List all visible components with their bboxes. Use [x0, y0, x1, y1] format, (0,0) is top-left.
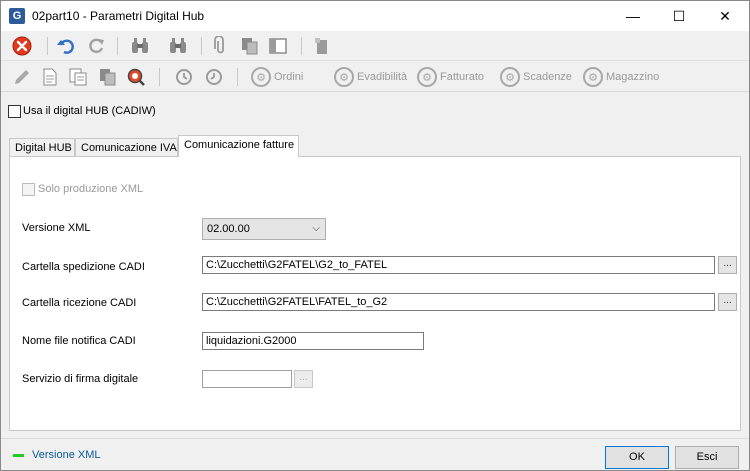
refresh-icon[interactable] [85, 35, 107, 57]
undo-icon[interactable] [55, 35, 77, 57]
history-back-icon[interactable] [203, 66, 225, 88]
cartella-ricezione-browse-button[interactable]: ... [718, 293, 737, 311]
cartella-spedizione-field[interactable]: C:\Zucchetti\G2FATEL\G2_to_FATEL [202, 256, 715, 274]
toolbar-secondary: ⚙ Ordini ⚙ Evadibilità ⚙ Fatturato ⚙ Sca… [1, 62, 749, 92]
scadenze-icon: ⚙ [500, 67, 520, 87]
fatturato-button[interactable]: ⚙ Fatturato [417, 66, 484, 88]
versione-xml-select[interactable]: 02.00.00 ⌵ [202, 218, 326, 240]
binoculars-next-icon[interactable] [167, 35, 189, 57]
status-bar: Versione XML OK Esci [1, 438, 749, 470]
cartella-ricezione-label: Cartella ricezione CADI [22, 297, 137, 309]
evadibilita-button[interactable]: ⚙ Evadibilità [334, 66, 407, 88]
magnifier-icon[interactable] [125, 66, 147, 88]
maximize-button[interactable]: ☐ [656, 1, 702, 31]
dialog-window: G 02part10 - Parametri Digital Hub — ☐ ✕ [0, 0, 750, 471]
window-title: 02part10 - Parametri Digital Hub [32, 9, 205, 23]
ordini-button[interactable]: ⚙ Ordini [251, 66, 303, 88]
status-text: Versione XML [32, 449, 101, 461]
nome-file-notifica-label: Nome file notifica CADI [22, 335, 136, 347]
solo-xml-checkbox[interactable] [22, 183, 35, 196]
servizio-firma-browse-button[interactable]: ... [294, 370, 313, 388]
tab-digital-hub[interactable]: Digital HUB [9, 138, 75, 157]
esci-button[interactable]: Esci [675, 446, 739, 469]
binoculars-icon[interactable] [129, 35, 151, 57]
magazzino-button[interactable]: ⚙ Magazzino [583, 66, 659, 88]
ordini-icon: ⚙ [251, 67, 271, 87]
attachment-icon[interactable] [209, 35, 231, 57]
history-icon[interactable] [173, 66, 195, 88]
pencil-icon[interactable] [11, 66, 33, 88]
usa-digital-hub-label: Usa il digital HUB (CADIW) [23, 105, 156, 117]
nome-file-notifica-field[interactable]: liquidazioni.G2000 [202, 332, 424, 350]
title-bar: G 02part10 - Parametri Digital Hub — ☐ ✕ [1, 1, 749, 31]
versione-xml-label: Versione XML [22, 222, 91, 234]
scadenze-button[interactable]: ⚙ Scadenze [500, 66, 572, 88]
app-icon: G [9, 8, 25, 24]
status-indicator-icon [13, 454, 24, 457]
cartella-ricezione-field[interactable]: C:\Zucchetti\G2FATEL\FATEL_to_G2 [202, 293, 715, 311]
solo-xml-label: Solo produzione XML [38, 183, 144, 195]
usa-digital-hub-checkbox[interactable] [8, 105, 21, 118]
servizio-firma-label: Servizio di firma digitale [22, 373, 139, 385]
cartella-spedizione-label: Cartella spedizione CADI [22, 261, 145, 273]
cancel-icon[interactable] [11, 35, 33, 57]
documents-icon[interactable] [67, 66, 89, 88]
chevron-down-icon: ⌵ [312, 223, 320, 234]
close-window-button[interactable]: ✕ [702, 1, 748, 31]
layout-icon[interactable] [267, 35, 289, 57]
document-icon[interactable] [39, 66, 61, 88]
cartella-spedizione-browse-button[interactable]: ... [718, 256, 737, 274]
servizio-firma-field[interactable] [202, 370, 292, 388]
duplicate-icon[interactable] [97, 66, 119, 88]
toolbar-main [1, 31, 749, 61]
magazzino-icon: ⚙ [583, 67, 603, 87]
minimize-button[interactable]: — [610, 1, 656, 31]
copy-icon[interactable] [239, 35, 261, 57]
tab-comunicazione-iva[interactable]: Comunicazione IVA [75, 138, 178, 157]
evadibilita-icon: ⚙ [334, 67, 354, 87]
tab-comunicazione-fatture[interactable]: Comunicazione fatture [178, 135, 299, 157]
fatturato-icon: ⚙ [417, 67, 437, 87]
tools-icon[interactable] [311, 35, 333, 57]
ok-button[interactable]: OK [605, 446, 669, 469]
tab-panel: Solo produzione XML Versione XML 02.00.0… [9, 156, 741, 431]
